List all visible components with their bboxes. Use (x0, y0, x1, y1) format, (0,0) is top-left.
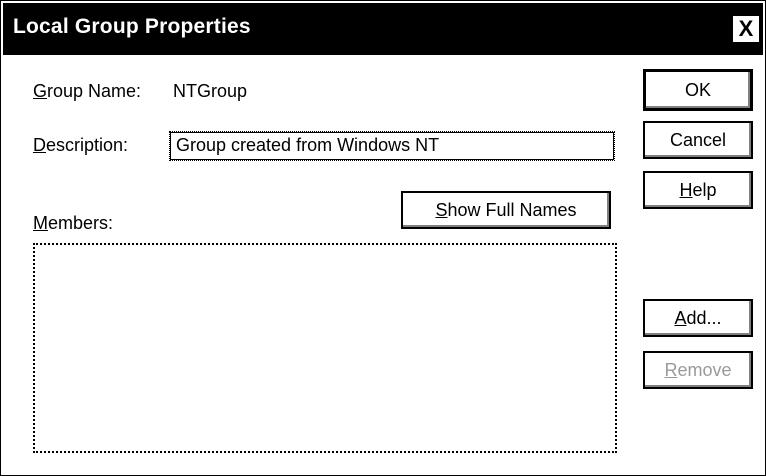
members-label: Members: (33, 213, 113, 234)
close-icon: X (738, 16, 754, 41)
group-name-label-accelerator: G (33, 81, 48, 101)
cancel-button[interactable]: Cancel (643, 121, 753, 159)
members-label-accelerator: M (33, 213, 48, 233)
window-title: Local Group Properties (13, 15, 251, 38)
group-name-label-text: roup Name: (47, 81, 142, 101)
members-list[interactable] (33, 243, 617, 453)
show-full-names-label: Show Full Names (435, 199, 577, 220)
title-bar[interactable]: Local Group Properties X (3, 3, 763, 55)
description-input[interactable]: Group created from Windows NT (169, 131, 615, 161)
local-group-properties-dialog: Local Group Properties X Group Name: NTG… (0, 0, 766, 476)
close-button[interactable]: X (733, 16, 759, 42)
add-button-label: Add... (674, 307, 722, 328)
description-label: Description: (33, 135, 128, 156)
help-button[interactable]: Help (643, 171, 753, 209)
ok-button[interactable]: OK (643, 69, 753, 111)
remove-button: Remove (643, 351, 753, 389)
group-name-value: NTGroup (173, 81, 248, 101)
remove-button-label: Remove (664, 359, 732, 380)
members-label-text: embers: (48, 213, 114, 233)
description-label-text: escription: (46, 135, 129, 155)
show-full-names-button[interactable]: Show Full Names (401, 191, 611, 229)
add-button[interactable]: Add... (643, 299, 753, 337)
description-label-accelerator: D (33, 135, 46, 155)
help-button-label: Help (679, 179, 717, 200)
group-name-label: Group Name: (33, 81, 141, 102)
